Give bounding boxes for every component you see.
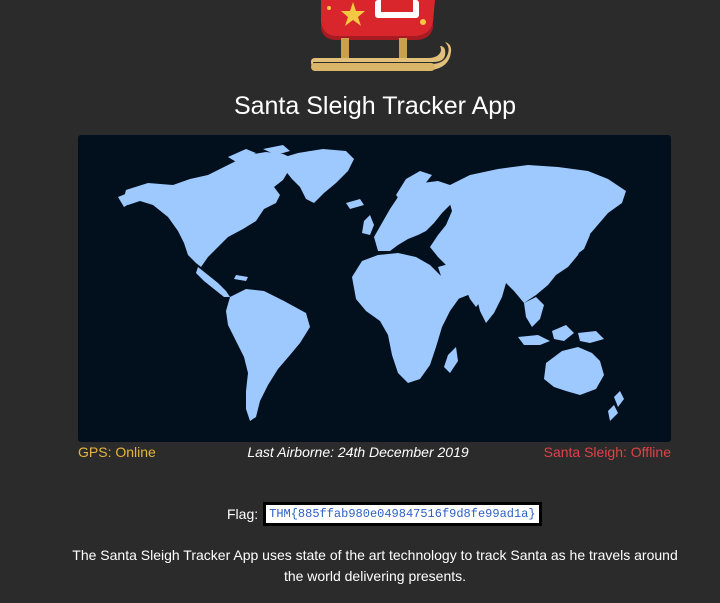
flag-row: Flag: THM{885ffab980e049847516f9d8fe99ad… (227, 501, 542, 527)
sleigh-status: Santa Sleigh: Offline (543, 444, 671, 460)
status-row: GPS: Online Last Airborne: 24th December… (78, 444, 671, 462)
world-map (78, 135, 671, 442)
page-title: Santa Sleigh Tracker App (233, 92, 517, 120)
flag-label: Flag: (227, 506, 259, 522)
world-map-land (118, 145, 626, 421)
sleigh-logo-icon (305, 0, 455, 76)
app-description: The Santa Sleigh Tracker App uses state … (72, 547, 678, 584)
tracker-page: Santa Sleigh Tracker App GPS: Online Las… (0, 0, 720, 603)
flag-value[interactable]: THM{885ffab980e049847516f9d8fe99ad1a} (263, 502, 542, 526)
